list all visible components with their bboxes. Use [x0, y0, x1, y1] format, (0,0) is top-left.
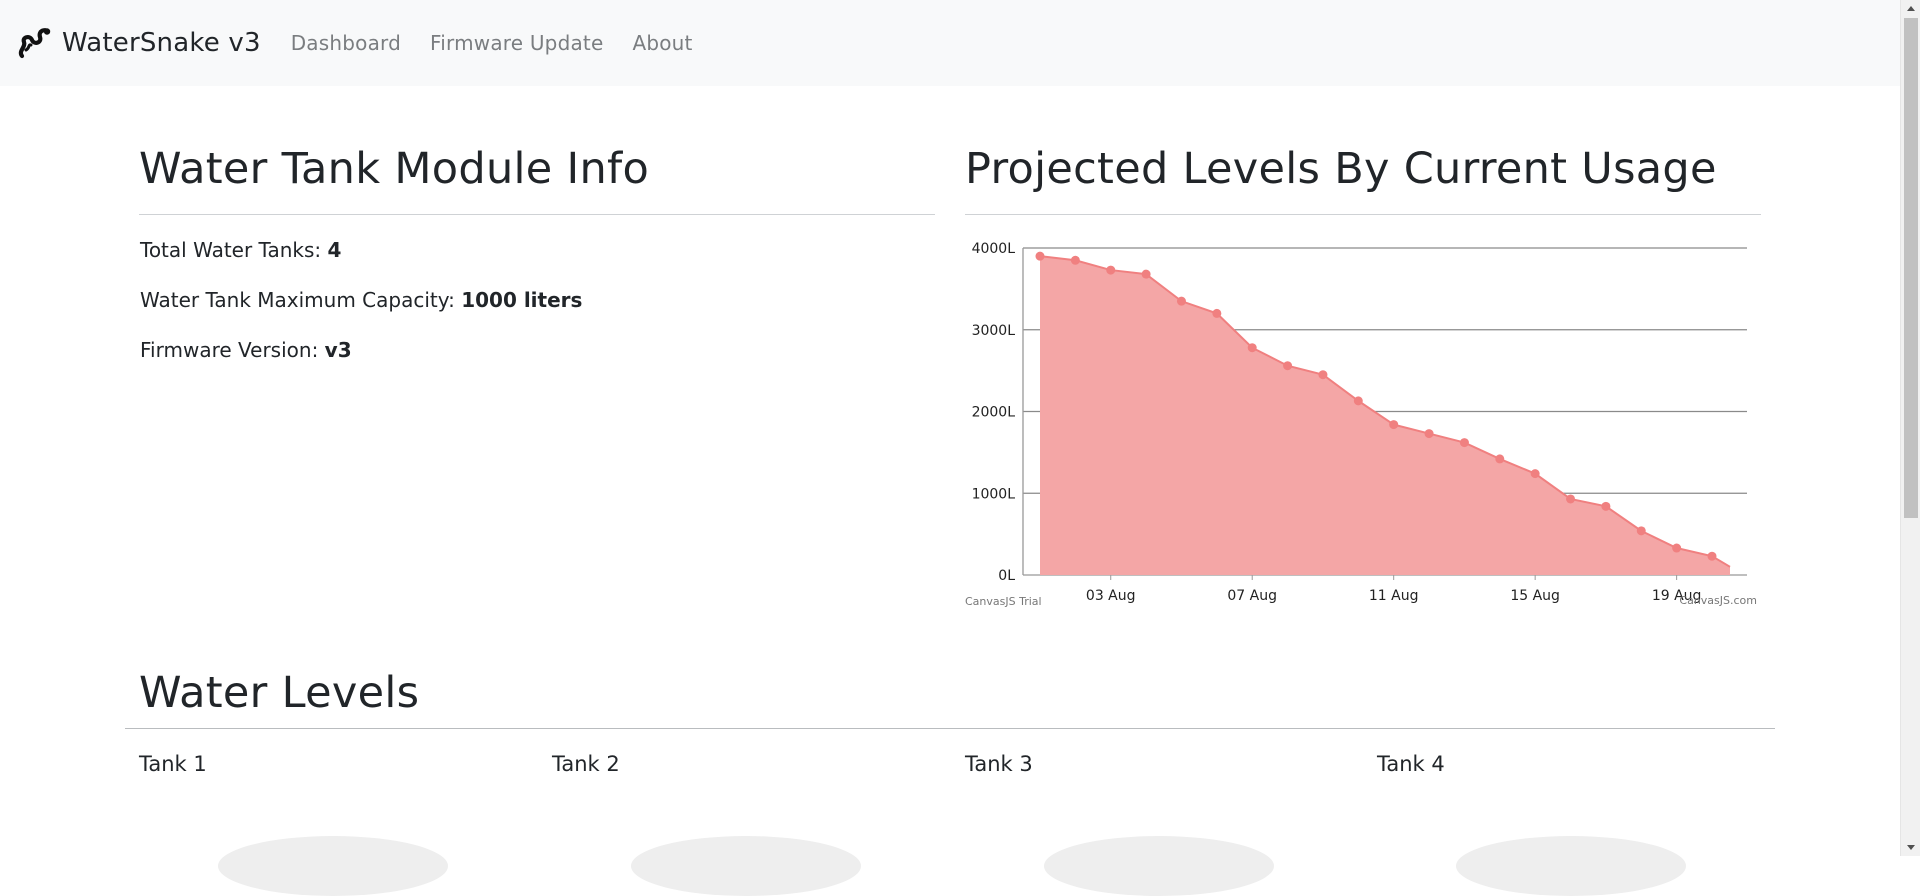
x-tick-label: 07 Aug	[1227, 588, 1277, 604]
y-tick-label: 0L	[998, 568, 1015, 584]
page-scrollbar[interactable]	[1900, 0, 1920, 856]
nav-links: Dashboard Firmware Update About	[283, 31, 714, 55]
x-tick-label: 11 Aug	[1369, 588, 1419, 604]
scrollbar-thumb[interactable]	[1904, 18, 1918, 518]
firmware-version-value: v3	[324, 338, 352, 362]
data-point	[1247, 343, 1257, 353]
y-tick-label: 2000L	[972, 405, 1016, 421]
y-tick-label: 4000L	[972, 241, 1016, 257]
data-point	[1283, 361, 1293, 371]
nav-firmware-update-link[interactable]: Firmware Update	[430, 31, 603, 55]
module-info-title: Water Tank Module Info	[139, 144, 650, 194]
data-point	[1530, 469, 1540, 479]
chart-credit-left: CanvasJS Trial	[965, 595, 1042, 608]
area-fill	[1040, 256, 1730, 575]
data-point	[1459, 438, 1469, 448]
tank-4-label: Tank 4	[1377, 752, 1445, 776]
nav-dashboard-link[interactable]: Dashboard	[291, 31, 401, 55]
data-point	[1353, 396, 1363, 406]
max-capacity-label: Water Tank Maximum Capacity:	[140, 288, 455, 312]
y-tick-label: 1000L	[972, 486, 1016, 502]
total-tanks-row: Total Water Tanks: 4	[140, 238, 341, 262]
data-point	[1035, 251, 1045, 261]
tank-2-gauge	[631, 836, 861, 896]
x-tick-label: 03 Aug	[1086, 588, 1136, 604]
nav-about-link[interactable]: About	[632, 31, 692, 55]
projection-title: Projected Levels By Current Usage	[965, 144, 1717, 194]
chart-credit-right: CanvasJS.com	[1679, 594, 1757, 607]
data-point	[1212, 308, 1222, 318]
x-tick-label: 15 Aug	[1510, 588, 1560, 604]
module-info-divider	[139, 214, 935, 215]
tank-1-gauge	[218, 836, 448, 896]
data-point	[1707, 551, 1717, 561]
firmware-version-label: Firmware Version:	[140, 338, 319, 362]
brand-title: WaterSnake v3	[62, 28, 261, 58]
projection-divider	[965, 214, 1761, 215]
data-point	[1636, 526, 1646, 536]
data-point	[1176, 296, 1186, 306]
navbar: WaterSnake v3 Dashboard Firmware Update …	[0, 0, 1900, 86]
data-point	[1318, 370, 1328, 380]
data-point	[1424, 429, 1434, 439]
tank-2-label: Tank 2	[552, 752, 620, 776]
total-tanks-value: 4	[327, 238, 342, 262]
scroll-down-arrow-icon[interactable]	[1901, 839, 1920, 856]
firmware-version-row: Firmware Version: v3	[140, 338, 352, 362]
water-levels-divider	[125, 728, 1775, 729]
total-tanks-label: Total Water Tanks:	[140, 238, 322, 262]
tank-4-gauge	[1456, 836, 1686, 896]
max-capacity-row: Water Tank Maximum Capacity: 1000 liters	[140, 288, 582, 312]
data-point	[1106, 265, 1116, 275]
scroll-up-arrow-icon[interactable]	[1901, 0, 1920, 17]
water-levels-title: Water Levels	[139, 668, 420, 718]
data-point	[1070, 255, 1080, 265]
data-point	[1672, 543, 1682, 553]
max-capacity-value: 1000 liters	[461, 288, 583, 312]
data-point	[1141, 269, 1151, 279]
data-point	[1566, 494, 1576, 504]
data-point	[1389, 420, 1399, 430]
data-point	[1601, 501, 1611, 511]
projected-levels-chart: 0L 1000L 2000L 3000L 4000L 03 Aug 07 Aug 11 Aug…	[965, 241, 1757, 608]
brand-link[interactable]: WaterSnake v3	[16, 25, 261, 61]
tank-3-label: Tank 3	[965, 752, 1033, 776]
snake-logo-icon	[18, 28, 51, 59]
tank-3-gauge	[1044, 836, 1274, 896]
y-tick-label: 3000L	[972, 323, 1016, 339]
data-point	[1495, 454, 1505, 464]
tank-1-label: Tank 1	[139, 752, 207, 776]
